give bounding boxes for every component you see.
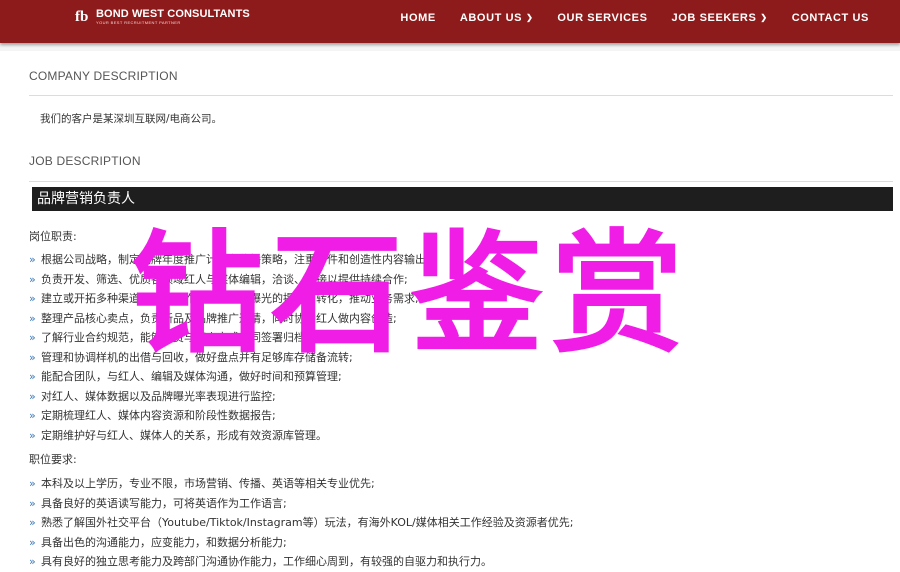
list-item: » 具有良好的独立思考能力及跨部门沟通协作能力，工作细心周到，有较强的自驱力和执行…: [29, 552, 573, 572]
nav-item-label: JOB SEEKERS: [671, 11, 757, 24]
list-item: » 本科及以上学历，专业不限，市场营销、传播、英语等相关专业优先;: [29, 474, 573, 494]
chevron-bullet-icon: »: [29, 311, 36, 325]
nav-item-label: ABOUT US: [459, 11, 523, 24]
nav-item-label: HOME: [400, 11, 436, 24]
chevron-bullet-icon: »: [29, 331, 36, 344]
chevron-bullet-icon: »: [29, 350, 36, 364]
nav-item-label: CONTACT US: [791, 11, 869, 24]
list-item-text: 定期维护好与红人、媒体人的关系，形成有效资源库管理。: [41, 428, 327, 442]
chevron-bullet-icon: »: [29, 272, 36, 286]
top-navbar: fb BOND WEST CONSULTANTS YOUR BEST RECRU…: [0, 0, 900, 43]
nav-item-home[interactable]: HOME: [400, 12, 435, 24]
chevron-bullet-icon: »: [29, 496, 36, 510]
list-item-text: 熟悉了解国外社交平台（Youtube/Tiktok/Instagram等）玩法，…: [41, 516, 574, 529]
chevron-bullet-icon: »: [29, 555, 36, 568]
section-divider: [29, 181, 893, 182]
company-description-text: 我们的客户是某深圳互联网/电商公司。: [40, 113, 223, 125]
brand-logo[interactable]: fb BOND WEST CONSULTANTS YOUR BEST RECRU…: [75, 8, 250, 26]
nav-item-job-seekers[interactable]: JOB SEEKERS ❯: [672, 12, 768, 24]
chevron-down-icon: ❯: [760, 13, 768, 22]
chevron-bullet-icon: »: [29, 535, 36, 549]
section-divider: [29, 95, 893, 96]
watermark-overlay-text: 钻石鉴赏: [131, 218, 691, 372]
requirements-list: » 本科及以上学历，专业不限，市场营销、传播、英语等相关专业优先; » 具备良好的英…: [29, 474, 573, 572]
chevron-bullet-icon: »: [29, 516, 36, 529]
job-description-heading: JOB DESCRIPTION: [29, 154, 141, 168]
duties-heading: 岗位职责:: [29, 230, 77, 243]
list-item-text: 对红人、媒体数据以及品牌曝光率表现进行监控;: [41, 389, 276, 403]
list-item-text: 定期梳理红人、媒体内容资源和阶段性数据报告;: [41, 409, 276, 422]
list-item: » 熟悉了解国外社交平台（Youtube/Tiktok/Instagram等）玩法…: [29, 513, 573, 533]
requirements-heading: 职位要求:: [29, 453, 77, 466]
chevron-bullet-icon: »: [29, 389, 36, 403]
logo-tagline: YOUR BEST RECRUITMENT PARTNER: [96, 20, 181, 25]
list-item: » 具备出色的沟通能力，应变能力，和数据分析能力;: [29, 533, 573, 553]
list-item: » 定期梳理红人、媒体内容资源和阶段性数据报告;: [29, 406, 430, 426]
list-item-text: 具备出色的沟通能力，应变能力，和数据分析能力;: [41, 535, 287, 549]
company-description-heading: COMPANY DESCRIPTION: [29, 69, 178, 83]
chevron-bullet-icon: »: [29, 428, 36, 442]
list-item-text: 本科及以上学历，专业不限，市场营销、传播、英语等相关专业优先;: [41, 477, 375, 490]
list-item: » 定期维护好与红人、媒体人的关系，形成有效资源库管理。: [29, 426, 430, 446]
chevron-down-icon: ❯: [526, 13, 534, 22]
nav-item-label: OUR SERVICES: [557, 11, 648, 24]
main-nav: HOME ABOUT US ❯ OUR SERVICES JOB SEEKERS ❯…: [400, 0, 900, 35]
logo-icon: fb: [75, 9, 89, 25]
list-item-text: 具备良好的英语读写能力，可将英语作为工作语言;: [41, 496, 287, 510]
list-item: » 对红人、媒体数据以及品牌曝光率表现进行监控;: [29, 387, 430, 407]
list-item-text: 具有良好的独立思考能力及跨部门沟通协作能力，工作细心周到，有较强的自驱力和执行力…: [41, 555, 492, 568]
logo-name: BOND WEST CONSULTANTS: [96, 8, 250, 20]
chevron-bullet-icon: »: [29, 409, 36, 422]
list-item: » 具备良好的英语读写能力，可将英语作为工作语言;: [29, 494, 573, 514]
header-shadow-strip: [0, 43, 900, 51]
nav-item-about-us[interactable]: ABOUT US ❯: [460, 12, 534, 24]
nav-item-our-services[interactable]: OUR SERVICES: [557, 12, 647, 24]
chevron-bullet-icon: »: [29, 477, 36, 490]
chevron-bullet-icon: »: [29, 370, 36, 383]
nav-item-contact-us[interactable]: CONTACT US: [792, 12, 869, 24]
chevron-bullet-icon: »: [29, 292, 36, 305]
chevron-bullet-icon: »: [29, 253, 36, 266]
logo-text: BOND WEST CONSULTANTS YOUR BEST RECRUITM…: [96, 8, 250, 26]
